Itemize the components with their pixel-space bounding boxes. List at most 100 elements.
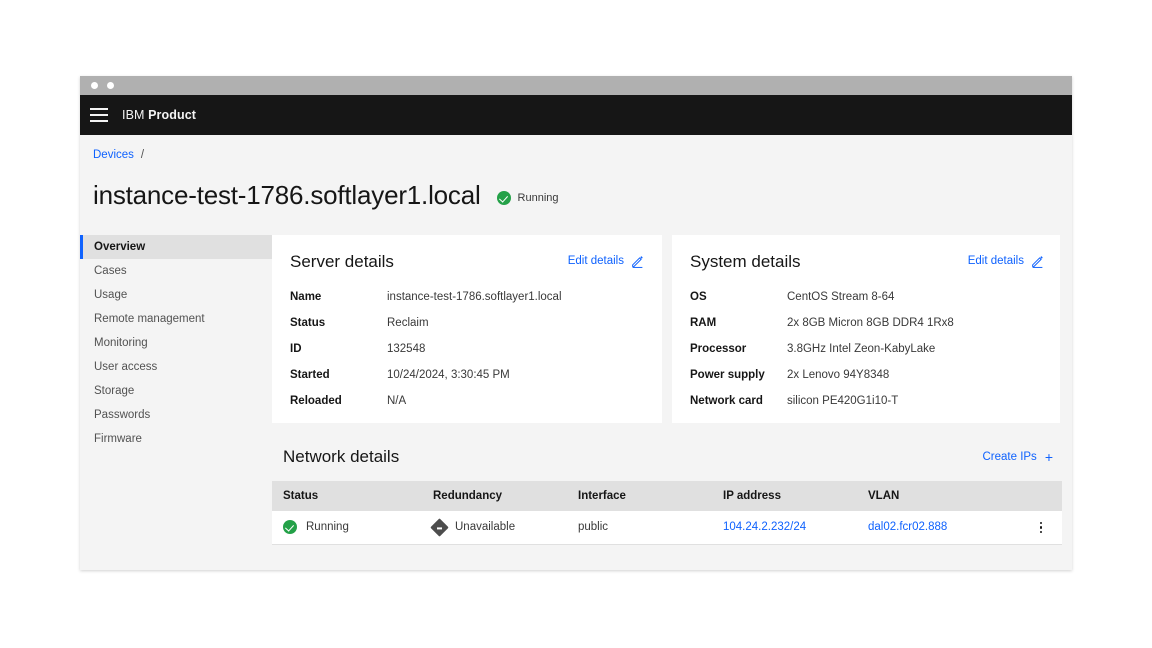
column-header-interface[interactable]: Interface	[567, 480, 712, 511]
cell-status: Running	[272, 510, 422, 546]
sidebar-item-label: Passwords	[94, 408, 151, 421]
sidebar-item-label: Overview	[94, 240, 146, 253]
server-detail-row: Started 10/24/2024, 3:30:45 PM	[290, 368, 644, 382]
server-detail-row: Reloaded N/A	[290, 394, 644, 408]
system-detail-key: Processor	[690, 342, 747, 355]
system-detail-row: Network card silicon PE420G1i10-T	[690, 394, 1044, 408]
diamond-warning-icon	[430, 518, 449, 537]
check-circle-icon	[496, 190, 511, 205]
sidebar-item-label: Remote management	[94, 312, 205, 325]
status-badge-label: Running	[517, 191, 559, 204]
hamburger-icon[interactable]	[90, 108, 108, 122]
details-cards-row: Server details Edit details Name instanc…	[272, 234, 1062, 423]
server-detail-key: Name	[290, 290, 322, 303]
brand-name: Product	[148, 108, 197, 122]
server-detail-value: instance-test-1786.softlayer1.local	[387, 290, 562, 303]
create-ips-button[interactable]: Create IPs +	[982, 448, 1060, 465]
create-ips-label: Create IPs	[982, 450, 1037, 463]
network-details-header: Network details Create IPs +	[272, 439, 1062, 481]
page-title-row: instance-test-1786.softlayer1.local Runn…	[80, 161, 1072, 210]
sidebar-item-user-access[interactable]: User access	[80, 355, 272, 379]
sidebar-item-usage[interactable]: Usage	[80, 283, 272, 307]
sidebar-item-remote-management[interactable]: Remote management	[80, 307, 272, 331]
brand-prefix: IBM	[122, 108, 145, 122]
sidebar-item-label: User access	[94, 360, 158, 373]
window-dot-1[interactable]	[91, 82, 98, 89]
cell-ip-address: 104.24.2.232/24	[712, 510, 857, 546]
browser-window: IBM Product Devices / instance-test-1786…	[80, 76, 1072, 570]
sidebar-item-cases[interactable]: Cases	[80, 259, 272, 283]
network-details-section: Network details Create IPs + Status Redu…	[272, 439, 1062, 546]
column-header-ip-address[interactable]: IP address	[712, 480, 857, 511]
sidebar-item-firmware[interactable]: Firmware	[80, 427, 272, 451]
system-detail-value: CentOS Stream 8-64	[787, 290, 895, 303]
system-detail-key: Network card	[690, 394, 763, 407]
system-details-header: System details Edit details	[690, 252, 1044, 272]
vlan-link[interactable]: dal02.fcr02.888	[868, 521, 947, 533]
sidebar-item-label: Usage	[94, 288, 128, 301]
sidebar-item-label: Cases	[94, 264, 127, 277]
cell-interface: public	[567, 510, 712, 546]
server-details-card: Server details Edit details Name instanc…	[272, 234, 662, 423]
server-detail-key: Reloaded	[290, 394, 342, 407]
edit-details-label: Edit details	[567, 255, 624, 268]
server-detail-value: 10/24/2024, 3:30:45 PM	[387, 368, 510, 381]
server-details-edit-button[interactable]: Edit details	[568, 255, 644, 268]
server-detail-row: ID 132548	[290, 342, 644, 356]
edit-details-label: Edit details	[967, 255, 1024, 268]
sidebar-item-label: Monitoring	[94, 336, 148, 349]
server-details-header: Server details Edit details	[290, 252, 644, 272]
brand-title[interactable]: IBM Product	[122, 108, 196, 122]
server-details-title: Server details	[290, 251, 394, 271]
status-badge: Running	[496, 190, 559, 205]
column-header-status[interactable]: Status	[272, 480, 422, 511]
plus-icon: +	[1044, 448, 1053, 465]
server-detail-value: N/A	[387, 394, 407, 407]
page-title: instance-test-1786.softlayer1.local	[93, 180, 481, 210]
window-dot-2[interactable]	[107, 82, 114, 89]
column-header-vlan[interactable]: VLAN	[857, 480, 1022, 511]
sidebar-nav: Overview Cases Usage Remote management M…	[80, 234, 272, 559]
system-detail-row: RAM 2x 8GB Micron 8GB DDR4 1Rx8	[690, 316, 1044, 330]
system-details-title: System details	[690, 251, 801, 271]
system-details-edit-button[interactable]: Edit details	[968, 255, 1044, 268]
server-detail-value: Reclaim	[387, 316, 429, 329]
server-detail-row: Status Reclaim	[290, 316, 644, 330]
sidebar-item-overview[interactable]: Overview	[80, 234, 272, 259]
server-detail-key: ID	[290, 342, 302, 355]
content-area: Overview Cases Usage Remote management M…	[80, 210, 1072, 559]
cards-area: Server details Edit details Name instanc…	[272, 234, 1072, 559]
system-detail-key: OS	[690, 290, 707, 303]
sidebar-item-label: Firmware	[94, 432, 142, 445]
sidebar-item-passwords[interactable]: Passwords	[80, 403, 272, 427]
sidebar-item-label: Storage	[94, 384, 135, 397]
screen-root: IBM Product Devices / instance-test-1786…	[0, 0, 1152, 648]
breadcrumb-item-devices[interactable]: Devices	[93, 149, 134, 161]
server-detail-key: Status	[290, 316, 326, 329]
sidebar-item-monitoring[interactable]: Monitoring	[80, 331, 272, 355]
column-header-redundancy[interactable]: Redundancy	[422, 480, 567, 511]
system-detail-key: RAM	[690, 316, 717, 329]
table-row[interactable]: Running Unavailable public 104.24.2.232/…	[272, 510, 1062, 546]
overflow-menu-icon[interactable]	[1033, 521, 1049, 534]
server-detail-value: 132548	[387, 342, 426, 355]
server-detail-row: Name instance-test-1786.softlayer1.local	[290, 290, 644, 304]
network-details-title: Network details	[283, 446, 400, 466]
pencil-icon	[632, 255, 643, 268]
sidebar-item-storage[interactable]: Storage	[80, 379, 272, 403]
network-details-table: Status Redundancy Interface IP address V…	[272, 480, 1062, 546]
system-detail-value: silicon PE420G1i10-T	[787, 394, 899, 407]
server-detail-key: Started	[290, 368, 330, 381]
system-detail-value: 2x 8GB Micron 8GB DDR4 1Rx8	[787, 316, 954, 329]
breadcrumb: Devices /	[80, 135, 1072, 161]
system-detail-value: 2x Lenovo 94Y8348	[787, 368, 890, 381]
system-detail-key: Power supply	[690, 368, 765, 381]
cell-redundancy-label: Unavailable	[455, 521, 516, 534]
ip-address-link[interactable]: 104.24.2.232/24	[723, 521, 806, 533]
column-header-actions	[1022, 480, 1062, 511]
breadcrumb-separator: /	[140, 149, 145, 161]
system-detail-row: OS CentOS Stream 8-64	[690, 290, 1044, 304]
cell-redundancy: Unavailable	[422, 510, 567, 546]
cell-actions	[1022, 510, 1062, 546]
system-details-card: System details Edit details OS CentOS St…	[672, 234, 1062, 423]
